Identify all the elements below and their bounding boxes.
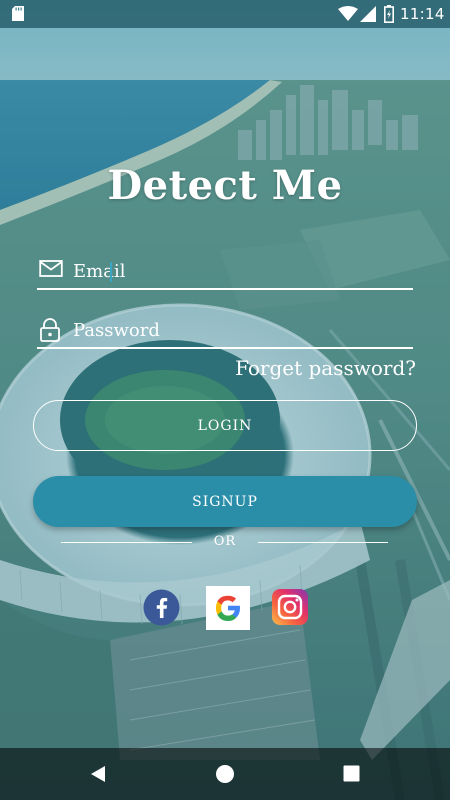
- forgot-password-link[interactable]: Forget password?: [235, 356, 416, 380]
- back-icon[interactable]: [88, 764, 108, 788]
- email-underline: [37, 288, 413, 290]
- status-bar: 11:14: [0, 0, 450, 28]
- home-icon[interactable]: [215, 764, 235, 788]
- password-underline: [37, 347, 413, 349]
- battery-charging-icon: [384, 5, 394, 27]
- signal-icon: [360, 6, 376, 26]
- mail-icon: [39, 259, 63, 283]
- or-divider-right: [258, 542, 388, 543]
- wifi-icon: [338, 6, 358, 26]
- signup-button[interactable]: SIGNUP: [33, 476, 417, 527]
- sd-card-icon: [12, 6, 24, 25]
- email-field[interactable]: [37, 254, 413, 290]
- password-input[interactable]: [73, 313, 403, 347]
- navigation-bar: [0, 748, 450, 800]
- email-input[interactable]: [73, 254, 403, 288]
- recents-icon[interactable]: [343, 765, 360, 786]
- status-clock: 11:14: [400, 5, 445, 23]
- password-field[interactable]: [37, 313, 413, 349]
- instagram-icon[interactable]: [272, 589, 308, 629]
- text-cursor: [110, 262, 112, 282]
- facebook-icon[interactable]: [143, 589, 180, 630]
- google-icon[interactable]: [206, 586, 250, 634]
- login-button[interactable]: LOGIN: [33, 400, 417, 451]
- lock-icon: [39, 318, 61, 346]
- app-title: Detect Me: [107, 162, 343, 209]
